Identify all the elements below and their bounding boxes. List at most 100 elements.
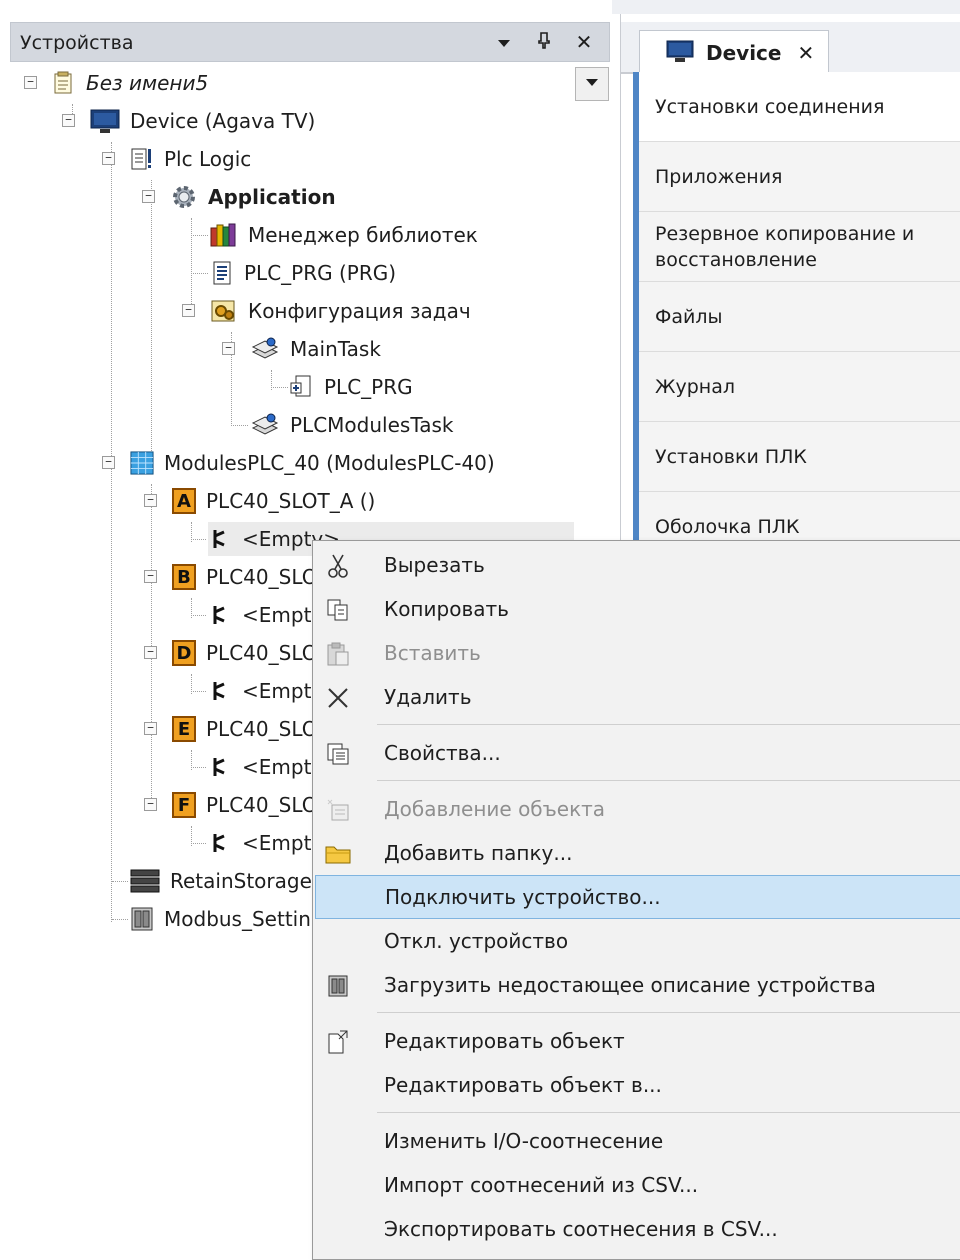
nav-item-label: Журнал [655, 375, 735, 398]
tree-item-project[interactable]: − Без имени5 [24, 66, 208, 100]
close-icon[interactable]: ✕ [571, 29, 597, 55]
tab-close-icon[interactable]: ✕ [797, 41, 814, 65]
menu-item-delete[interactable]: Удалить [315, 675, 960, 719]
tree-item-plc-logic[interactable]: − Plc Logic [102, 142, 252, 176]
tree-guide [231, 425, 248, 426]
tree-guide [111, 142, 112, 922]
menu-item-connect-device[interactable]: Подключить устройство... [315, 875, 960, 919]
tree-guide [191, 691, 206, 692]
edit-object-icon [323, 1028, 353, 1056]
tree-item-label: PLC_PRG [324, 375, 413, 399]
menu-item-label: Откл. устройство [384, 929, 569, 953]
pin-icon[interactable] [531, 29, 557, 55]
collapse-toggle[interactable]: − [222, 342, 235, 355]
collapse-toggle[interactable]: − [144, 798, 157, 811]
collapse-toggle[interactable]: − [144, 570, 157, 583]
tree-item-device[interactable]: − Device (Agava TV) [62, 104, 316, 138]
slot-badge-icon: D [172, 640, 196, 666]
menu-item-edit-object-in[interactable]: Редактировать объект в... [315, 1063, 960, 1107]
collapse-toggle[interactable]: − [144, 722, 157, 735]
menu-item-edit-io-mapping[interactable]: Изменить I/O-соотнесение [315, 1119, 960, 1163]
nav-item-label: Файлы [655, 305, 723, 328]
tree-item-label: MainTask [290, 337, 381, 361]
task-config-icon [210, 299, 238, 323]
tree-item-slot-a[interactable]: − A PLC40_SLOT_A () [144, 484, 375, 518]
collapse-toggle[interactable]: − [102, 152, 115, 165]
tree-item-application[interactable]: − Application [142, 180, 336, 214]
menu-item-label: Подключить устройство... [385, 885, 661, 909]
menu-item-add-folder[interactable]: Добавить папку... [315, 831, 960, 875]
collapse-toggle[interactable]: − [24, 76, 37, 89]
tree-item-modbus-settings[interactable]: Modbus_Settings [112, 902, 334, 936]
tree-item-label: Device (Agava TV) [130, 109, 316, 133]
context-menu: Вырезать Копировать Вставить Удалить Сво… [312, 540, 960, 1260]
program-call-icon [290, 375, 314, 399]
collapse-toggle[interactable]: − [62, 114, 75, 127]
menu-item-export-mappings-csv[interactable]: Экспортировать соотнесения в CSV... [315, 1207, 960, 1251]
slot-badge-icon: E [172, 716, 196, 742]
menu-item-import-mappings-csv[interactable]: Импорт соотнесений из CSV... [315, 1163, 960, 1207]
nav-applications[interactable]: Приложения [639, 142, 960, 212]
menu-item-load-device-description[interactable]: Загрузить недостающее описание устройств… [315, 963, 960, 1007]
tree-guide [191, 235, 208, 236]
tree-item-label: PLCModulesTask [290, 413, 454, 437]
paste-icon [323, 640, 353, 668]
menu-item-disconnect-device[interactable]: Откл. устройство [315, 919, 960, 963]
slot-badge: B [172, 564, 196, 590]
tree-item-task-configuration[interactable]: − Конфигурация задач [182, 294, 471, 328]
device-icon [666, 39, 694, 67]
tree-item-main-task[interactable]: − MainTask [222, 332, 381, 366]
tree-item-label: Менеджер библиотек [248, 223, 478, 247]
tree-item-plc-modules-task[interactable]: PLCModulesTask [231, 408, 454, 442]
nav-item-label: Установки соединения [655, 95, 885, 118]
dropdown-arrow-icon[interactable] [491, 29, 517, 55]
nav-item-label: Установки ПЛК [655, 445, 807, 468]
tree-item-retain-storage[interactable]: RetainStorage [112, 864, 312, 898]
collapse-toggle[interactable]: − [144, 494, 157, 507]
tree-item-plc-prg-call[interactable]: PLC_PRG [271, 370, 413, 404]
tree-item-plc-prg[interactable]: PLC_PRG (PRG) [191, 256, 397, 290]
menu-item-properties[interactable]: Свойства... [315, 731, 960, 775]
nav-backup-restore[interactable]: Резервное копирование и восстановление [639, 212, 960, 282]
application-gear-icon [170, 185, 198, 209]
collapse-toggle[interactable]: − [102, 456, 115, 469]
menu-item-label: Импорт соотнесений из CSV... [384, 1173, 699, 1197]
menu-item-label: Редактировать объект в... [384, 1073, 662, 1097]
empty-slot-icon [208, 831, 232, 855]
tree-item-modules-plc-40[interactable]: − ModulesPLC_40 (ModulesPLC-40) [102, 446, 495, 480]
empty-slot-icon [208, 679, 232, 703]
nav-log[interactable]: Журнал [639, 352, 960, 422]
modules-grid-icon [130, 451, 154, 475]
menu-item-label: Вставить [384, 641, 481, 665]
nav-plc-settings[interactable]: Установки ПЛК [639, 422, 960, 492]
slot-badge-icon: F [172, 792, 196, 818]
menu-item-copy[interactable]: Копировать [315, 587, 960, 631]
tab-label: Device [706, 40, 782, 65]
menu-item-paste[interactable]: Вставить [315, 631, 960, 675]
menu-separator [377, 724, 960, 725]
devices-panel-title: Устройства [20, 32, 134, 54]
nav-files[interactable]: Файлы [639, 282, 960, 352]
menu-item-label: Изменить I/O-соотнесение [384, 1129, 664, 1153]
collapse-toggle[interactable]: − [142, 190, 155, 203]
tab-device[interactable]: Device ✕ [639, 30, 829, 74]
tree-item-label: PLC_PRG (PRG) [244, 261, 397, 285]
editor-tab-strip: Device ✕ [621, 22, 960, 74]
library-books-icon [210, 223, 238, 247]
task-icon [250, 337, 280, 361]
menu-item-add-object[interactable]: Добавление объекта [315, 787, 960, 831]
tree-item-label: Plc Logic [164, 147, 252, 171]
nav-item-label: Приложения [655, 165, 783, 188]
menu-item-cut[interactable]: Вырезать [315, 543, 960, 587]
modbus-device-icon [130, 907, 154, 931]
nav-connection-settings[interactable]: Установки соединения [639, 72, 960, 142]
menu-item-edit-object[interactable]: Редактировать объект [315, 1019, 960, 1063]
tree-item-library-manager[interactable]: Менеджер библиотек [191, 218, 478, 252]
menu-item-label: Вырезать [384, 553, 485, 577]
collapse-toggle[interactable]: − [144, 646, 157, 659]
menu-item-label: Редактировать объект [384, 1029, 625, 1053]
menu-item-label: Копировать [384, 597, 509, 621]
tree-guide [191, 218, 192, 314]
empty-slot-icon [208, 603, 232, 627]
collapse-toggle[interactable]: − [182, 304, 195, 317]
